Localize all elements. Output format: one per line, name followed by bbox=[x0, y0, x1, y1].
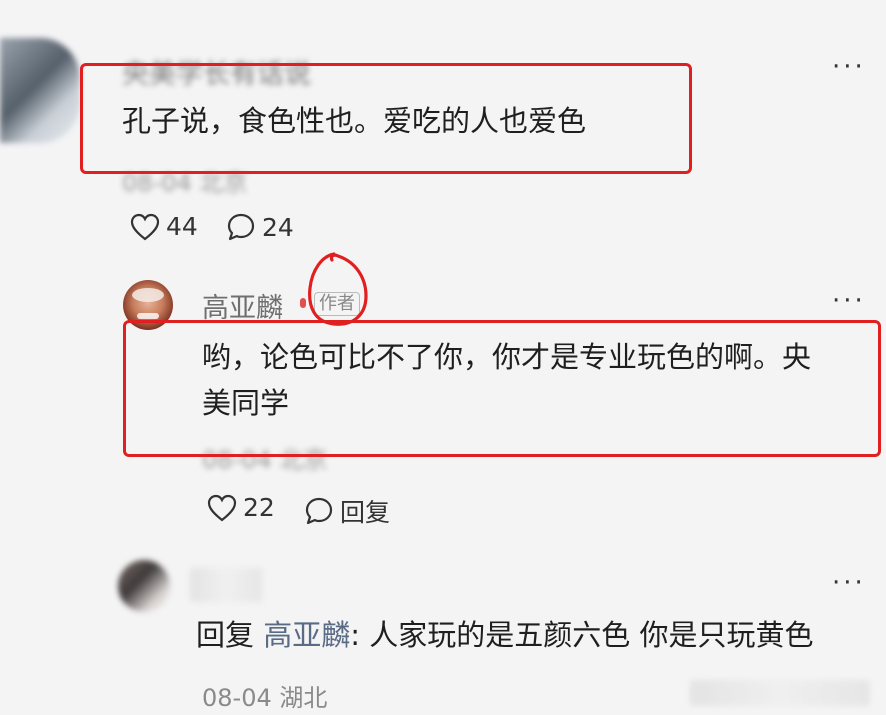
avatar-3[interactable] bbox=[118, 560, 170, 612]
comment-3-more-button[interactable]: ··· bbox=[832, 568, 866, 598]
comment-3-meta: 08-04 湖北 bbox=[202, 678, 327, 713]
comment-1-more-button[interactable]: ··· bbox=[832, 52, 866, 82]
comment-2-reply-label: 回复 bbox=[340, 498, 391, 527]
comment-3-author-blurred[interactable] bbox=[190, 568, 262, 602]
comment-3-text: 回复 高亚麟: 人家玩的是五颜六色 你是只玩黄色 bbox=[196, 612, 813, 658]
annotation-box-2 bbox=[123, 320, 881, 457]
comment-1-reply-count: 24 bbox=[262, 212, 294, 242]
comment-1-like-count: 44 bbox=[166, 212, 198, 241]
comment-3-date: 08-04 bbox=[202, 684, 272, 712]
comment-3-body: : 人家玩的是五颜六色 你是只玩黄色 bbox=[350, 618, 814, 652]
comment-bubble-icon bbox=[305, 497, 333, 525]
comment-bubble-icon bbox=[227, 213, 255, 241]
comment-2-reply-button[interactable]: 回复 bbox=[304, 493, 390, 529]
comment-1-reply-button[interactable]: 24 bbox=[226, 212, 294, 242]
heart-icon bbox=[207, 494, 237, 521]
comment-3-reply-to[interactable]: 高亚麟 bbox=[263, 618, 350, 652]
comment-3-location: 湖北 bbox=[279, 684, 328, 712]
comment-2-like-count: 22 bbox=[243, 493, 275, 522]
comment-3-reply-prefix: 回复 bbox=[196, 618, 255, 652]
heart-icon bbox=[130, 213, 160, 240]
comment-2-like-button[interactable]: 22 bbox=[207, 493, 275, 522]
comment-2-more-button[interactable]: ··· bbox=[832, 286, 866, 316]
annotation-box-1 bbox=[80, 63, 692, 174]
comment-1-like-button[interactable]: 44 bbox=[130, 212, 198, 241]
annotation-circle bbox=[308, 252, 368, 326]
avatar-1[interactable] bbox=[0, 38, 80, 143]
watermark bbox=[690, 680, 870, 706]
